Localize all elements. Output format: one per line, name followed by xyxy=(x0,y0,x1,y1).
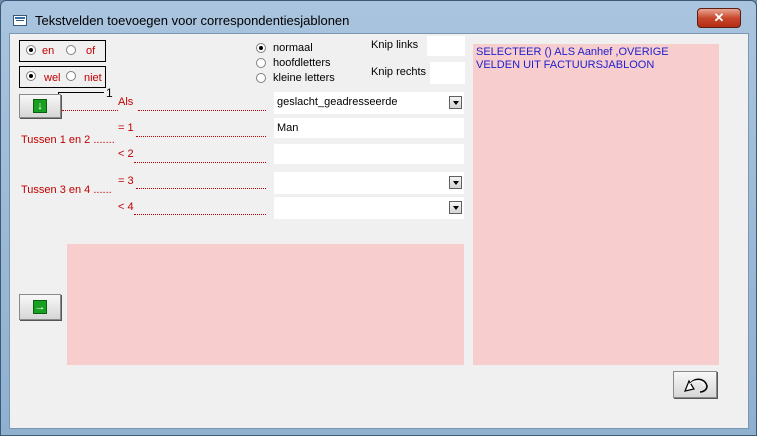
marker-number: 1 xyxy=(106,86,113,100)
down-arrow-icon: ↓ xyxy=(33,99,47,113)
als-combo-dropdown-icon[interactable] xyxy=(449,96,462,109)
dialog-window: Tekstvelden toevoegen voor correspondent… xyxy=(0,0,757,436)
undo-button[interactable] xyxy=(673,371,717,398)
lt4-label-dots xyxy=(134,214,266,215)
eq3-combo-dropdown-icon[interactable] xyxy=(449,176,462,189)
eq1-input-value: Man xyxy=(277,122,299,134)
radio-hoofdletters-label: hoofdletters xyxy=(273,57,331,69)
radio-en-label: en xyxy=(42,45,55,57)
eq3-label: = 3 xyxy=(118,175,134,187)
tussen-3-4-label: Tussen 3 en 4 ...... xyxy=(21,184,112,196)
radio-of[interactable] xyxy=(66,45,76,55)
eq1-label-dots xyxy=(136,136,266,137)
info-text: SELECTEER () ALS Aanhef ,OVERIGE VELDEN … xyxy=(476,46,669,71)
knip-links-label: Knip links xyxy=(371,39,419,51)
title-bar[interactable]: Tekstvelden toevoegen voor correspondent… xyxy=(1,1,756,33)
option-group-wel-niet: wel niet xyxy=(19,66,106,88)
info-panel: SELECTEER () ALS Aanhef ,OVERIGE VELDEN … xyxy=(473,44,719,365)
radio-of-label: of xyxy=(86,45,96,57)
radio-normaal-label: normaal xyxy=(273,42,313,54)
lt2-label: < 2 xyxy=(118,148,134,160)
eq3-combo[interactable] xyxy=(274,172,464,194)
als-label-dots xyxy=(138,110,266,111)
knip-links-input[interactable] xyxy=(427,36,465,56)
radio-kleine-letters-label: kleine letters xyxy=(273,72,335,84)
close-button[interactable]: ✕ xyxy=(697,8,741,28)
radio-niet-label: niet xyxy=(84,72,102,84)
radio-hoofdletters[interactable] xyxy=(256,58,266,68)
form-client-area: en of wel niet 1 ↓ normaal hoofdletters … xyxy=(9,33,749,429)
knip-rechts-input[interactable] xyxy=(430,62,465,84)
als-leader-dots xyxy=(62,110,118,111)
lt2-input[interactable] xyxy=(274,144,464,164)
eq3-label-dots xyxy=(136,188,266,189)
lt4-combo-dropdown-icon[interactable] xyxy=(449,201,462,214)
insert-button[interactable]: → xyxy=(19,294,61,320)
radio-normaal[interactable] xyxy=(256,43,266,53)
eq1-input[interactable]: Man xyxy=(274,118,464,138)
radio-kleine-letters[interactable] xyxy=(256,73,266,83)
knip-rechts-label: Knip rechts xyxy=(371,66,427,78)
form-icon xyxy=(13,15,27,26)
tussen-1-2-label: Tussen 1 en 2 ....... xyxy=(21,134,115,146)
als-combo[interactable]: geslacht_geadresseerde xyxy=(274,92,464,114)
lt4-combo[interactable] xyxy=(274,197,464,219)
radio-en[interactable] xyxy=(26,45,36,55)
undo-icon xyxy=(684,378,708,393)
result-preview-area[interactable] xyxy=(67,244,464,365)
als-combo-value: geslacht_geadresseerde xyxy=(277,96,398,108)
move-down-button[interactable]: ↓ xyxy=(19,94,61,118)
marker-connector-line xyxy=(58,92,104,93)
right-arrow-icon: → xyxy=(33,300,47,314)
eq1-label: = 1 xyxy=(118,122,134,134)
radio-wel-label: wel xyxy=(44,72,61,84)
window-title: Tekstvelden toevoegen voor correspondent… xyxy=(35,13,350,28)
lt2-label-dots xyxy=(134,162,266,163)
lt4-label: < 4 xyxy=(118,201,134,213)
radio-niet[interactable] xyxy=(66,71,76,81)
radio-wel[interactable] xyxy=(26,71,36,81)
option-group-en-of: en of xyxy=(19,40,106,62)
als-label: Als xyxy=(118,96,134,108)
